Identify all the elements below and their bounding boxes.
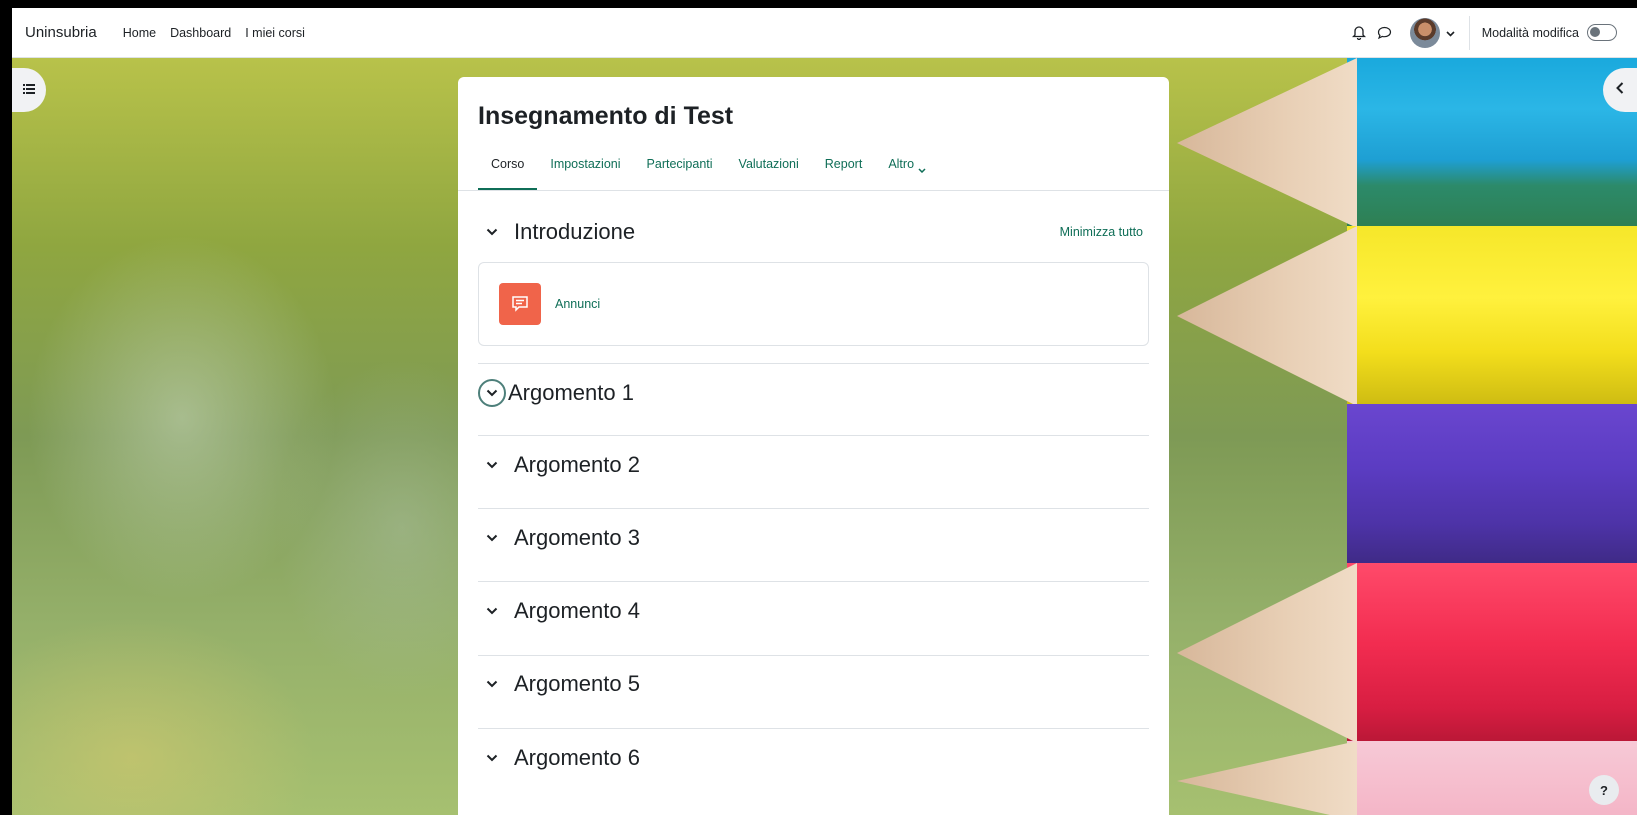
course-tabs: Corso Impostazioni Partecipanti Valutazi… xyxy=(478,149,1169,191)
user-avatar[interactable] xyxy=(1409,17,1440,48)
section-header-topic-6: Argomento 6 xyxy=(478,738,1149,778)
chat-icon[interactable] xyxy=(1376,24,1394,42)
tab-more-label: Altro xyxy=(888,157,915,171)
page-title: Insegnamento di Test xyxy=(478,102,734,130)
screen: Uninsubria Home Dashboard I miei corsi M… xyxy=(12,8,1637,815)
list-icon xyxy=(23,81,35,99)
nav-my-courses[interactable]: I miei corsi xyxy=(245,26,305,40)
tab-grades[interactable]: Valutazioni xyxy=(726,149,812,191)
chevron-down-icon[interactable] xyxy=(1446,24,1455,42)
chevron-down-icon[interactable] xyxy=(478,451,506,479)
section-header-topic-5: Argomento 5 xyxy=(478,664,1149,704)
navbar-divider xyxy=(1468,15,1470,50)
nav-dashboard[interactable]: Dashboard xyxy=(170,26,231,40)
section-title[interactable]: Argomento 3 xyxy=(514,525,640,551)
tab-more[interactable]: Altro xyxy=(875,149,939,191)
chevron-down-icon[interactable] xyxy=(478,524,506,552)
section-divider xyxy=(478,435,1149,436)
section-divider xyxy=(478,508,1149,509)
site-brand[interactable]: Uninsubria xyxy=(25,24,97,41)
edit-mode-label: Modalità modifica xyxy=(1481,25,1579,40)
tab-course[interactable]: Corso xyxy=(478,149,538,191)
activity-link[interactable]: Annunci xyxy=(555,297,600,311)
chevron-down-icon[interactable] xyxy=(478,670,506,698)
section-title[interactable]: Introduzione xyxy=(514,219,635,245)
section-title[interactable]: Argomento 6 xyxy=(514,745,640,771)
section-title[interactable]: Argomento 4 xyxy=(514,598,640,624)
chevron-down-icon xyxy=(918,157,926,176)
activity-item: Annunci xyxy=(478,262,1149,346)
help-button[interactable]: ? xyxy=(1589,775,1619,805)
nav-home[interactable]: Home xyxy=(123,26,156,40)
pencils-background-image xyxy=(1177,58,1637,815)
collapse-all-link[interactable]: Minimizza tutto xyxy=(1060,225,1143,239)
tabs-divider xyxy=(458,190,1169,191)
navbar-right: Modalità modifica xyxy=(1350,8,1637,57)
section-divider xyxy=(478,363,1149,364)
section-title[interactable]: Argomento 2 xyxy=(514,452,640,478)
bell-icon[interactable] xyxy=(1350,24,1368,42)
section-divider xyxy=(478,581,1149,582)
forum-icon xyxy=(499,283,541,325)
section-header-introduction: Introduzione Minimizza tutto xyxy=(478,212,1149,252)
tab-participants[interactable]: Partecipanti xyxy=(634,149,726,191)
chevron-down-icon[interactable] xyxy=(478,379,506,407)
chevron-down-icon[interactable] xyxy=(478,597,506,625)
chevron-left-icon xyxy=(1616,81,1624,99)
section-header-topic-3: Argomento 3 xyxy=(478,518,1149,558)
section-title[interactable]: Argomento 5 xyxy=(514,671,640,697)
section-header-topic-1: Argomento 1 xyxy=(478,373,1149,413)
chevron-down-icon[interactable] xyxy=(478,218,506,246)
section-divider xyxy=(478,728,1149,729)
chevron-down-icon[interactable] xyxy=(478,744,506,772)
section-title[interactable]: Argomento 1 xyxy=(508,380,634,406)
course-content-card: Insegnamento di Test Corso Impostazioni … xyxy=(458,77,1169,815)
tab-settings[interactable]: Impostazioni xyxy=(537,149,633,191)
tab-reports[interactable]: Report xyxy=(812,149,876,191)
section-header-topic-2: Argomento 2 xyxy=(478,445,1149,485)
section-divider xyxy=(478,655,1149,656)
section-header-topic-4: Argomento 4 xyxy=(478,591,1149,631)
top-navbar: Uninsubria Home Dashboard I miei corsi M… xyxy=(12,8,1637,58)
edit-mode-toggle[interactable] xyxy=(1587,24,1617,41)
